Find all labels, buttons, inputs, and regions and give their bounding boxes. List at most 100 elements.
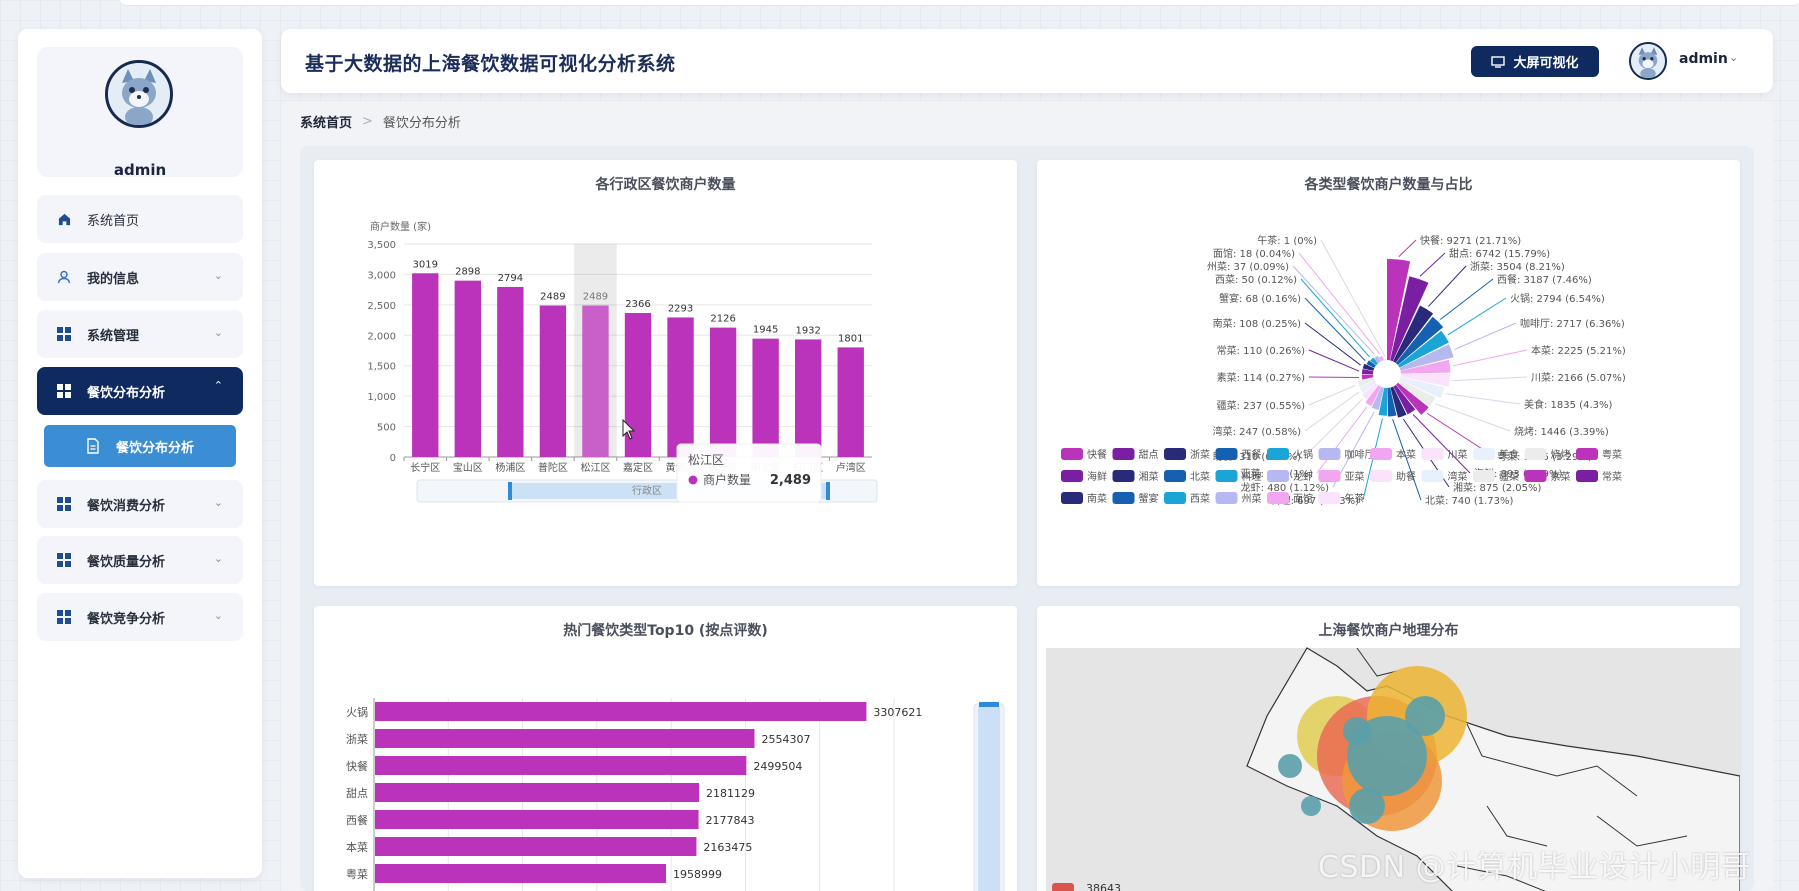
- bar: [794, 339, 822, 457]
- type-rose-chart[interactable]: 快餐: 9271 (21.71%)甜点: 6742 (15.79%)浙菜: 35…: [1037, 160, 1740, 586]
- legend-swatch: [1112, 448, 1135, 460]
- label-line: [1427, 265, 1467, 307]
- legend-label: 素菜: [1551, 470, 1571, 483]
- visual-map-handle[interactable]: [1052, 883, 1074, 891]
- bar-value-label: 1932: [795, 325, 820, 336]
- y-tick-label: 1,500: [367, 362, 396, 373]
- slice-label: 咖啡厅: 2717 (6.36%): [1520, 318, 1625, 330]
- label-line: [1445, 393, 1521, 405]
- user-avatar[interactable]: [1629, 42, 1667, 80]
- legend-swatch: [1061, 448, 1083, 460]
- user-icon: [57, 270, 71, 284]
- bar: [454, 280, 482, 457]
- slice-label: 本菜: 2225 (5.21%): [1531, 344, 1626, 357]
- legend-swatch: [1267, 448, 1289, 460]
- sidebar-item-my-info[interactable]: 我的信息 ⌄: [37, 253, 243, 301]
- slice-label: 西餐: 3187 (7.46%): [1497, 273, 1592, 286]
- chevron-up-icon: ⌃: [213, 379, 223, 392]
- watermark-text: CSDN @计算机毕业设计小明哥: [1318, 850, 1752, 885]
- legend-label: 西菜: [1190, 493, 1210, 505]
- legend-swatch: [1112, 470, 1135, 482]
- legend-label: 粤菜: [1602, 448, 1622, 461]
- bar: [837, 347, 864, 457]
- scatter-bubble: [1405, 696, 1445, 736]
- label-line: [1300, 278, 1370, 358]
- legend-swatch: [1215, 492, 1238, 504]
- bar-value-label: 3307621: [873, 706, 922, 719]
- legend-swatch: [1318, 470, 1341, 482]
- sidebar-item-competition[interactable]: 餐饮竞争分析 ⌄: [37, 593, 243, 641]
- label-line: [1419, 252, 1446, 277]
- legend-label: 助餐: [1396, 470, 1416, 483]
- bar: [582, 305, 609, 457]
- sidebar-item-distribution[interactable]: 餐饮分布分析 ⌃: [37, 367, 243, 415]
- sidebar-item-consumption[interactable]: 餐饮消费分析 ⌄: [37, 480, 243, 528]
- legend-swatch: [1421, 448, 1444, 460]
- scatter-bubble: [1278, 754, 1302, 778]
- legend-label: 料理: [1242, 470, 1262, 483]
- district-chart-card: 各行政区餐饮商户数量 商户数量 (家) 0 500 1,000 1,500 2,000 2,…: [314, 160, 1017, 586]
- legend-label: 亚菜: [1345, 471, 1365, 483]
- profile-card: admin: [37, 47, 243, 179]
- y-tick-label: 火锅: [346, 706, 368, 719]
- slice-label: 湾菜: 247 (0.58%): [1213, 425, 1301, 438]
- slice-label: 常菜: 110 (0.26%): [1217, 344, 1305, 357]
- slice-label: 美食: 1835 (4.3%): [1524, 398, 1612, 411]
- legend-swatch: [1215, 470, 1238, 482]
- sidebar-item-quality[interactable]: 餐饮质量分析 ⌄: [37, 536, 243, 584]
- bar-value-label: 2126: [710, 314, 735, 325]
- bigscreen-button[interactable]: 大屏可视化: [1471, 46, 1599, 77]
- sidebar-item-home[interactable]: 系统首页: [37, 195, 243, 243]
- y-tick-label: 0: [390, 453, 396, 464]
- sidebar-item-system[interactable]: 系统管理 ⌄: [37, 310, 243, 358]
- x-tick-label: 宝山区: [453, 461, 483, 474]
- monitor-icon: [1491, 55, 1506, 68]
- wolf-avatar-icon: [108, 63, 170, 125]
- avatar[interactable]: [105, 60, 173, 128]
- profile-name: admin: [113, 161, 167, 179]
- label-line: [1454, 322, 1517, 351]
- legend-swatch: [1267, 492, 1289, 504]
- y-tick-label: 2,000: [367, 331, 396, 342]
- user-name[interactable]: admin: [1679, 51, 1728, 67]
- top10-bar-chart[interactable]: 3307621 火锅 2554307 浙菜 2499504 快餐 2181129 甜点 2177…: [314, 606, 1017, 891]
- slice-label: 甜点: 6742 (15.79%): [1449, 247, 1550, 260]
- legend-label: 南菜: [1087, 492, 1107, 505]
- tooltip-value: 2,489: [770, 473, 811, 488]
- bar: [412, 273, 439, 457]
- legend-swatch: [1318, 492, 1341, 504]
- y-tick-label: 粤菜: [346, 867, 368, 881]
- slice-label: 北菜: 740 (1.73%): [1425, 495, 1513, 507]
- legend-label: 火锅: [1293, 449, 1313, 461]
- bar: [375, 702, 867, 721]
- top10-chart-card: 热门餐饮类型Top10 (按点评数) 3307621 火锅 2554307 浙菜 249…: [314, 606, 1017, 891]
- header: 基于大数据的上海餐饮数据可视化分析系统 大屏可视化 admin ⌄: [281, 29, 1773, 93]
- bar-value-label: 2554307: [761, 733, 810, 746]
- sidebar-item-label: 餐饮消费分析: [87, 498, 166, 514]
- legend-label: 龙虾: [1293, 470, 1313, 483]
- bigscreen-label: 大屏可视化: [1513, 56, 1579, 71]
- district-bar-chart[interactable]: 商户数量 (家) 0 500 1,000 1,500 2,000 2,500 3,000 3,5…: [314, 160, 1017, 586]
- breadcrumb-home[interactable]: 系统首页: [300, 112, 352, 131]
- grid-icon: [57, 327, 71, 341]
- bar-value-label: 1945: [753, 325, 778, 336]
- legend-swatch: [1576, 448, 1598, 460]
- legend-label: 美食: [1499, 448, 1519, 461]
- legend-swatch: [1112, 492, 1135, 504]
- home-icon: [57, 212, 71, 226]
- y-tick-label: 浙菜: [346, 733, 368, 746]
- tooltip-series: 商户数量: [703, 472, 751, 487]
- bar: [375, 783, 700, 802]
- chevron-down-icon[interactable]: ⌄: [1729, 51, 1738, 64]
- label-line: [1398, 239, 1417, 257]
- legend-label: 常菜: [1602, 470, 1622, 483]
- legend-swatch: [1421, 470, 1444, 482]
- label-line: [1452, 349, 1528, 367]
- legend-swatch: [1318, 448, 1341, 460]
- top-strip: [120, 0, 1799, 6]
- label-line: [1435, 403, 1511, 432]
- submenu-item-distribution[interactable]: 餐饮分布分析: [44, 425, 236, 467]
- y-tick-label: 西餐: [346, 813, 368, 827]
- scatter-bubble: [1349, 788, 1385, 824]
- label-line: [1292, 265, 1375, 355]
